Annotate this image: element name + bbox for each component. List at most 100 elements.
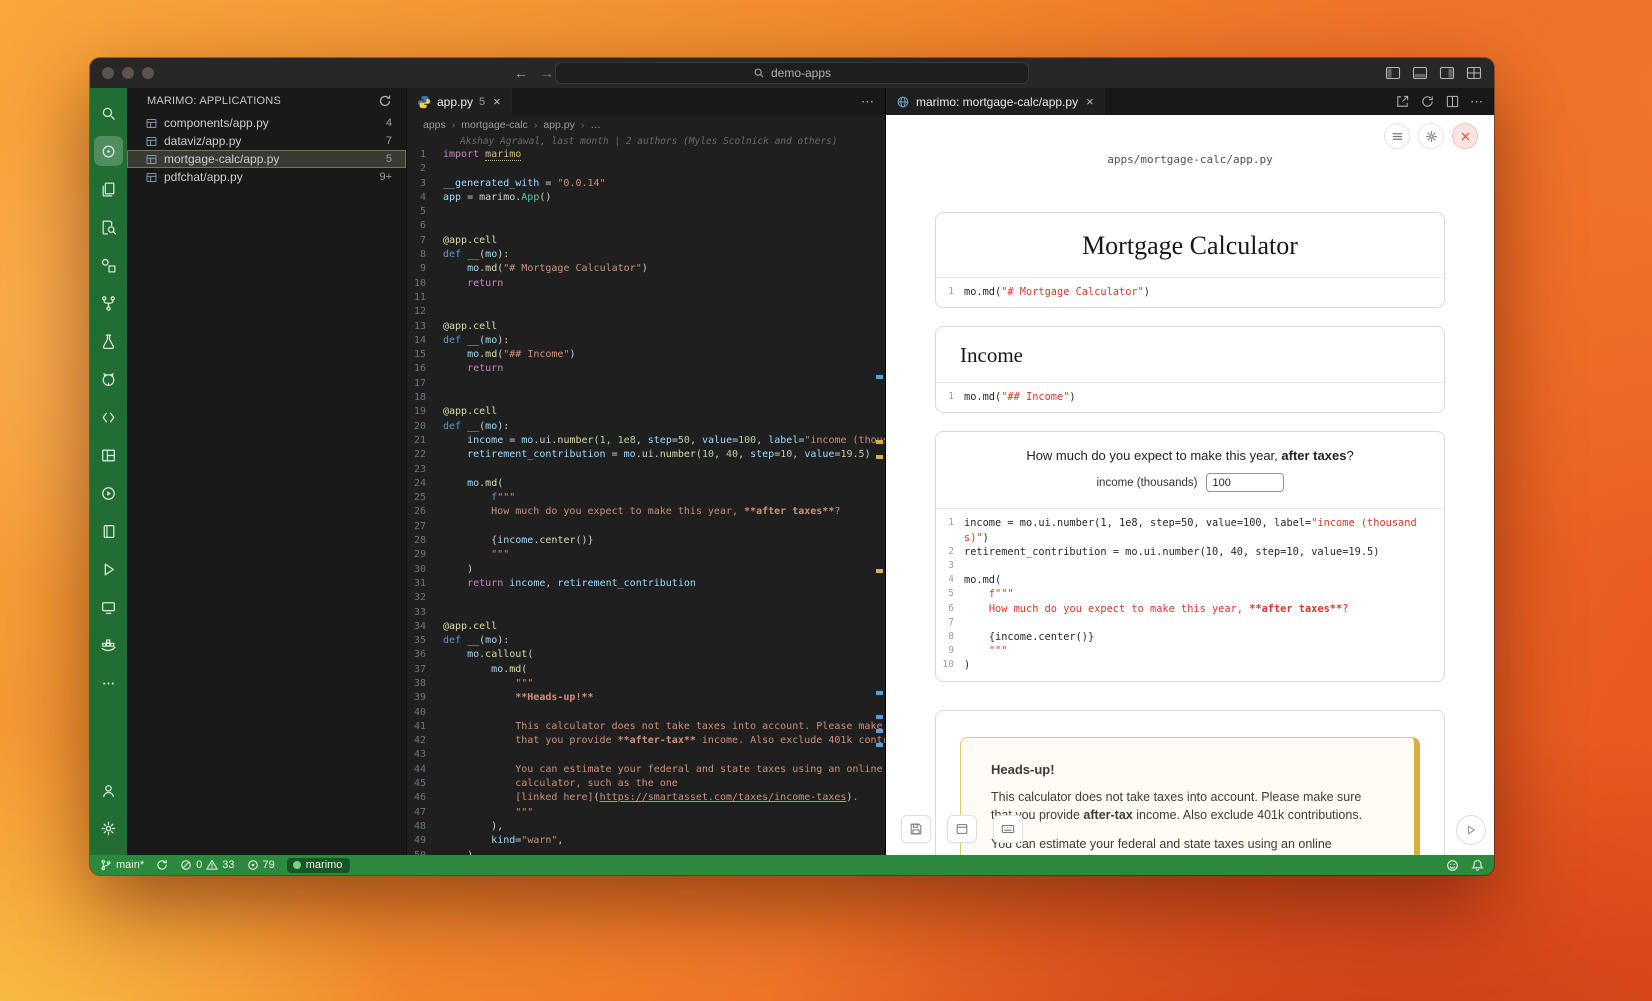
account-icon[interactable] xyxy=(90,771,127,809)
activity-run-icon[interactable] xyxy=(90,550,127,588)
workspace-name: demo-apps xyxy=(771,66,831,80)
callout-text: income. Also exclude 401k contributions. xyxy=(1133,808,1362,822)
cell-code-editor[interactable]: 1mo.md("## Income") xyxy=(936,382,1444,412)
code-line: 42 that you provide **after-tax** income… xyxy=(407,734,885,748)
code-line: 21 income = mo.ui.number(1, 1e8, step=50… xyxy=(407,434,885,448)
command-center-search[interactable]: demo-apps xyxy=(555,62,1029,84)
activity-marimo-icon[interactable] xyxy=(90,132,127,170)
sidebar-file-item[interactable]: components/app.py 4 xyxy=(127,114,406,132)
keyboard-shortcuts-button[interactable] xyxy=(993,815,1023,843)
zoom-window-button[interactable] xyxy=(142,67,154,79)
toggle-panel-left-icon[interactable] xyxy=(1385,65,1401,81)
toggle-panel-right-icon[interactable] xyxy=(1439,65,1455,81)
sidebar-file-item[interactable]: pdfchat/app.py 9+ xyxy=(127,168,406,186)
activity-code-brackets-icon[interactable] xyxy=(90,398,127,436)
sidebar-file-item[interactable]: dataviz/app.py 7 xyxy=(127,132,406,150)
activity-play-circle-icon[interactable] xyxy=(90,474,127,512)
code-line: 7 xyxy=(940,616,1434,630)
app-view-button[interactable] xyxy=(947,815,977,843)
cell-code-editor[interactable]: 1mo.md("# Mortgage Calculator") xyxy=(936,277,1444,307)
marimo-server-status[interactable]: marimo xyxy=(287,858,351,873)
breadcrumb-item[interactable]: mortgage-calc xyxy=(461,119,528,131)
cell-heading: Mortgage Calculator xyxy=(936,213,1444,277)
sidebar-file-item[interactable]: mortgage-calc/app.py 5 xyxy=(127,150,406,168)
code-line: 26 How much do you expect to make this y… xyxy=(407,505,885,519)
refresh-icon[interactable] xyxy=(378,94,392,108)
code-line: 43 xyxy=(407,748,885,762)
overview-ruler-mark xyxy=(876,691,883,695)
activity-editor-layout-icon[interactable] xyxy=(90,436,127,474)
tab-app-py[interactable]: app.py 5 × xyxy=(407,88,512,115)
code-line: 33 xyxy=(407,606,885,620)
play-icon xyxy=(1465,824,1477,836)
history-back-button[interactable]: ← xyxy=(514,65,528,81)
webview-more-actions-icon[interactable]: ⋯ xyxy=(1470,94,1484,110)
close-window-button[interactable] xyxy=(102,67,114,79)
breadcrumb-item[interactable]: apps xyxy=(423,119,446,131)
sidebar: MARIMO: APPLICATIONS components/app.py 4… xyxy=(127,88,407,855)
editor-more-actions-icon[interactable]: ⋯ xyxy=(861,94,875,110)
feedback-smiley-icon[interactable] xyxy=(1446,859,1459,872)
cell-code-editor[interactable]: 1income = mo.ui.number(1, 1e8, step=50, … xyxy=(936,508,1444,680)
sync-status[interactable] xyxy=(156,859,168,871)
tab-marimo-preview[interactable]: marimo: mortgage-calc/app.py × xyxy=(886,88,1105,115)
activity-more-icon[interactable] xyxy=(90,664,127,702)
save-button[interactable] xyxy=(901,815,931,843)
activity-explorer-icon[interactable] xyxy=(90,170,127,208)
minimize-window-button[interactable] xyxy=(122,67,134,79)
counter-status[interactable]: 79 xyxy=(247,859,275,871)
code-line: 19@app.cell xyxy=(407,405,885,419)
overview-ruler-mark xyxy=(876,375,883,379)
editor-group: app.py 5 × ⋯ apps›mortgage-calc›app.py›…… xyxy=(407,88,886,855)
close-tab-icon[interactable]: × xyxy=(493,95,501,108)
run-all-button[interactable] xyxy=(1456,815,1486,845)
income-number-input[interactable] xyxy=(1206,473,1284,492)
overview-ruler-mark xyxy=(876,743,883,747)
toggle-panel-bottom-icon[interactable] xyxy=(1412,65,1428,81)
open-external-icon[interactable] xyxy=(1395,94,1410,109)
marimo-shutdown-button[interactable] xyxy=(1452,123,1478,149)
activity-github-icon[interactable] xyxy=(90,360,127,398)
activity-notebook-icon[interactable] xyxy=(90,512,127,550)
code-line: 6 xyxy=(407,219,885,233)
marimo-settings-button[interactable] xyxy=(1418,123,1444,149)
floppy-save-icon xyxy=(909,822,923,836)
history-forward-button[interactable]: → xyxy=(540,65,554,81)
problems-status[interactable]: 0 33 xyxy=(180,859,234,871)
activity-docker-icon[interactable] xyxy=(90,626,127,664)
refresh-icon[interactable] xyxy=(1420,94,1435,109)
notifications-bell-icon[interactable] xyxy=(1471,859,1484,872)
settings-gear-icon[interactable] xyxy=(90,809,127,847)
code-line: 15 mo.md("## Income") xyxy=(407,348,885,362)
webview-group: marimo: mortgage-calc/app.py × ⋯ apps/mo… xyxy=(886,88,1494,855)
customize-layout-icon[interactable] xyxy=(1466,65,1482,81)
code-editor[interactable]: 1import marimo23__generated_with = "0.0.… xyxy=(407,148,885,855)
marimo-menu-button[interactable] xyxy=(1384,123,1410,149)
activity-search-icon[interactable] xyxy=(90,94,127,132)
activity-devices-icon[interactable] xyxy=(90,588,127,626)
activity-file-search-icon[interactable] xyxy=(90,208,127,246)
overview-ruler-mark xyxy=(876,440,883,444)
callout-paragraph: This calculator does not take taxes into… xyxy=(991,788,1384,824)
code-line: 27 xyxy=(407,520,885,534)
activity-components-icon[interactable] xyxy=(90,246,127,284)
activity-source-control-icon[interactable] xyxy=(90,284,127,322)
code-line: 39 **Heads-up!** xyxy=(407,691,885,705)
code-line: 36 mo.callout( xyxy=(407,648,885,662)
code-line: 1mo.md("# Mortgage Calculator") xyxy=(940,285,1434,299)
file-badge: 9+ xyxy=(379,171,392,183)
tab-label: app.py xyxy=(437,95,473,109)
code-line: 28 {income.center()} xyxy=(407,534,885,548)
split-editor-icon[interactable] xyxy=(1445,94,1460,109)
breadcrumb-item[interactable]: … xyxy=(590,119,601,131)
activity-beaker-icon[interactable] xyxy=(90,322,127,360)
git-branch-status[interactable]: main* xyxy=(100,859,144,871)
code-line: 35def __(mo): xyxy=(407,634,885,648)
marimo-cell-income: Income 1mo.md("## Income") xyxy=(935,326,1445,413)
warning-icon xyxy=(206,859,218,871)
close-tab-icon[interactable]: × xyxy=(1086,95,1094,108)
marimo-cell-question: How much do you expect to make this year… xyxy=(935,431,1445,681)
breadcrumb-item[interactable]: app.py xyxy=(543,119,575,131)
marimo-logo-icon xyxy=(293,861,301,869)
code-line: 11 xyxy=(407,291,885,305)
